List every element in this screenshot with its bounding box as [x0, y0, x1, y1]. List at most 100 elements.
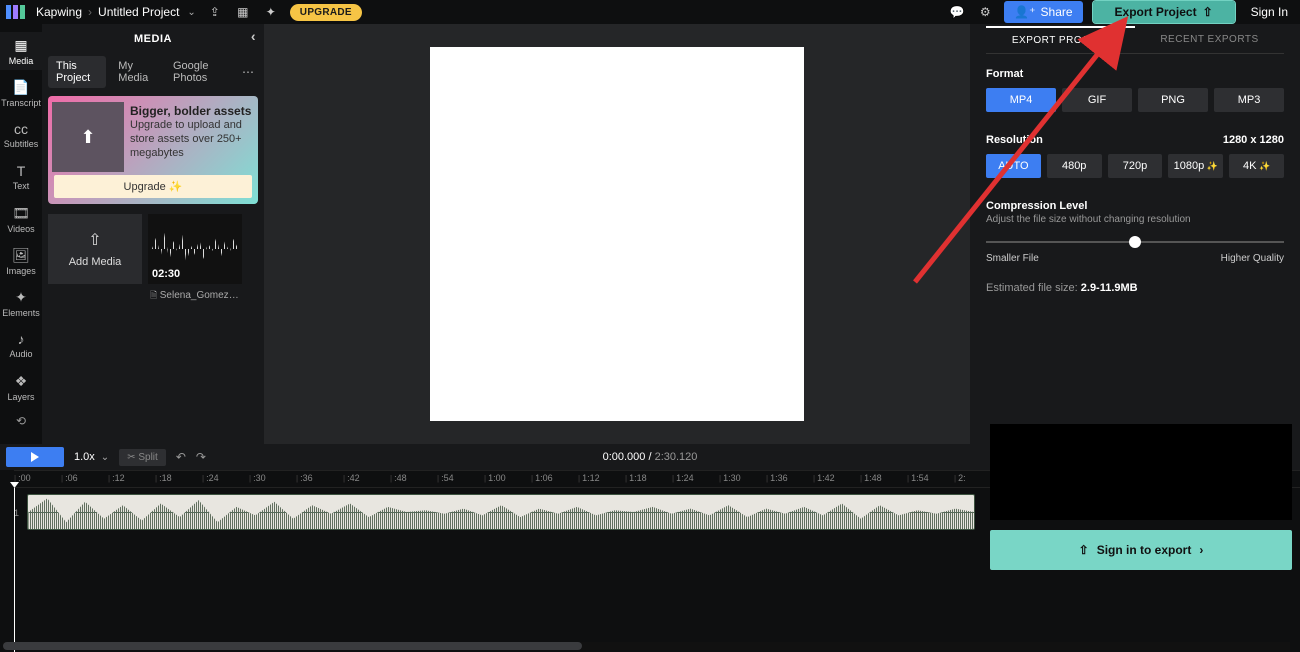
- elements-icon: ✦: [15, 289, 27, 306]
- rail-layers[interactable]: ❖Layers: [0, 368, 42, 406]
- resolution-value: 1280 x 1280: [1223, 134, 1284, 146]
- rail-images[interactable]: 🖼Images: [0, 242, 42, 280]
- promo-upgrade-button[interactable]: Upgrade ✨: [54, 175, 252, 198]
- time-current: 0:00.000: [603, 451, 646, 463]
- format-label: Format: [986, 68, 1284, 80]
- rail-text[interactable]: TText: [0, 158, 42, 196]
- ruler-tick: 1:36: [766, 473, 788, 483]
- slider-thumb[interactable]: [1129, 236, 1141, 248]
- sign-in-link[interactable]: Sign In: [1245, 5, 1294, 19]
- project-menu-chevron-icon[interactable]: ⌄: [187, 7, 195, 18]
- estimated-size-value: 2.9-11.9MB: [1081, 282, 1138, 294]
- undo-button[interactable]: ↶: [176, 450, 186, 464]
- ruler-tick: :42: [343, 473, 360, 483]
- ruler-tick: 2:: [954, 473, 966, 483]
- audio-clip[interactable]: [27, 494, 975, 530]
- compression-sublabel: Adjust the file size without changing re…: [986, 214, 1284, 225]
- resolution-options: AUTO 480p 720p 1080p 4K: [986, 154, 1284, 178]
- horizontal-scrollbar[interactable]: [3, 642, 1290, 650]
- estimated-size: Estimated file size: 2.9-11.9MB: [986, 282, 1284, 294]
- add-media-button[interactable]: ⇧ Add Media: [48, 214, 142, 284]
- canvas-area[interactable]: [264, 24, 970, 444]
- export-footer: ⇧ Sign in to export ›: [990, 424, 1292, 570]
- format-mp3[interactable]: MP3: [1214, 88, 1284, 112]
- tab-export-project[interactable]: EXPORT PROJECT: [986, 26, 1135, 53]
- asset-filename: Selena_Gomez_-_…: [148, 284, 242, 308]
- ruler-tick: :06: [61, 473, 78, 483]
- ruler-tick: 1:54: [907, 473, 929, 483]
- export-panel: EXPORT PROJECT RECENT EXPORTS Format MP4…: [970, 24, 1300, 444]
- resolution-label: Resolution: [986, 134, 1043, 146]
- export-label: Export Project: [1115, 5, 1197, 19]
- ruler-tick: 1:18: [625, 473, 647, 483]
- chevron-down-icon: ⌄: [101, 452, 109, 463]
- media-icon: ▦: [14, 37, 27, 54]
- refresh-icon[interactable]: ⟲: [16, 414, 26, 428]
- export-icon: ⇧: [1203, 5, 1213, 19]
- media-sidebar: MEDIA ‹ This Project My Media Google Pho…: [42, 24, 264, 444]
- format-options: MP4 GIF PNG MP3: [986, 88, 1284, 112]
- export-project-button[interactable]: Export Project ⇧: [1093, 1, 1235, 23]
- res-720p[interactable]: 720p: [1108, 154, 1163, 178]
- slider-max-label: Higher Quality: [1221, 253, 1284, 264]
- split-button[interactable]: ✂ Split: [119, 449, 166, 466]
- playback-speed[interactable]: 1.0x⌄: [74, 451, 109, 463]
- clip-waveform: [28, 495, 974, 529]
- tab-recent-exports[interactable]: RECENT EXPORTS: [1135, 26, 1284, 53]
- format-mp4[interactable]: MP4: [986, 88, 1056, 112]
- play-button[interactable]: [6, 447, 64, 467]
- app-name[interactable]: Kapwing: [36, 5, 82, 19]
- tab-this-project[interactable]: This Project: [48, 56, 106, 88]
- scrollbar-thumb[interactable]: [3, 642, 582, 650]
- upload-icon[interactable]: ⇪: [206, 3, 224, 21]
- res-1080p[interactable]: 1080p: [1168, 154, 1223, 178]
- share-icon: 👤⁺: [1014, 5, 1035, 19]
- rail-audio[interactable]: ♪Audio: [0, 326, 42, 364]
- sign-in-to-export-button[interactable]: ⇧ Sign in to export ›: [990, 530, 1292, 570]
- more-icon[interactable]: ⋯: [238, 65, 258, 79]
- track-number: 1: [14, 508, 24, 518]
- tab-google-photos[interactable]: Google Photos: [165, 56, 234, 88]
- project-name[interactable]: Untitled Project: [98, 5, 179, 19]
- format-gif[interactable]: GIF: [1062, 88, 1132, 112]
- upload-arrow-icon: ⬆: [80, 127, 95, 148]
- time-total: 2:30.120: [655, 451, 698, 463]
- text-icon: T: [17, 163, 26, 179]
- res-480p[interactable]: 480p: [1047, 154, 1102, 178]
- canvas[interactable]: [430, 47, 804, 421]
- sidebar-tabs: This Project My Media Google Photos ⋯: [48, 54, 258, 90]
- ruler-tick: 1:24: [672, 473, 694, 483]
- app-logo[interactable]: [6, 5, 26, 19]
- res-auto[interactable]: AUTO: [986, 154, 1041, 178]
- format-png[interactable]: PNG: [1138, 88, 1208, 112]
- slider-labels: Smaller File Higher Quality: [986, 253, 1284, 264]
- playhead[interactable]: [14, 488, 15, 652]
- ruler-tick: 1:00: [484, 473, 506, 483]
- resolution-header: Resolution 1280 x 1280: [986, 134, 1284, 146]
- rail-videos[interactable]: 🎞Videos: [0, 200, 42, 238]
- play-icon: [31, 452, 39, 462]
- settings-icon[interactable]: ⚙: [976, 3, 994, 21]
- breadcrumb-sep: ›: [88, 5, 92, 19]
- rail-media[interactable]: ▦Media: [0, 32, 42, 70]
- ruler-tick: 1:06: [531, 473, 553, 483]
- promo-body: Upgrade to upload and store assets over …: [130, 119, 252, 160]
- rail-transcript[interactable]: 📄Transcript: [0, 74, 42, 112]
- comments-icon[interactable]: 💬: [948, 3, 966, 21]
- record-icon[interactable]: ▦: [234, 3, 252, 21]
- upgrade-button[interactable]: UPGRADE: [290, 4, 362, 21]
- idea-icon[interactable]: ✦: [262, 3, 280, 21]
- res-4k[interactable]: 4K: [1229, 154, 1284, 178]
- collapse-sidebar-icon[interactable]: ‹: [251, 28, 256, 44]
- compression-slider[interactable]: [986, 233, 1284, 253]
- share-button[interactable]: 👤⁺Share: [1004, 1, 1082, 23]
- asset-item[interactable]: 02:30 Selena_Gomez_-_…: [148, 214, 242, 308]
- rail-elements[interactable]: ✦Elements: [0, 284, 42, 322]
- tab-my-media[interactable]: My Media: [110, 56, 161, 88]
- subtitles-icon: cc: [14, 121, 28, 137]
- ruler-tick: :48: [390, 473, 407, 483]
- redo-button[interactable]: ↷: [196, 450, 206, 464]
- rail-subtitles[interactable]: ccSubtitles: [0, 116, 42, 154]
- ruler-tick: :54: [437, 473, 454, 483]
- asset-grid: ⇧ Add Media 02:30 Selena_Gomez_-_…: [48, 214, 258, 308]
